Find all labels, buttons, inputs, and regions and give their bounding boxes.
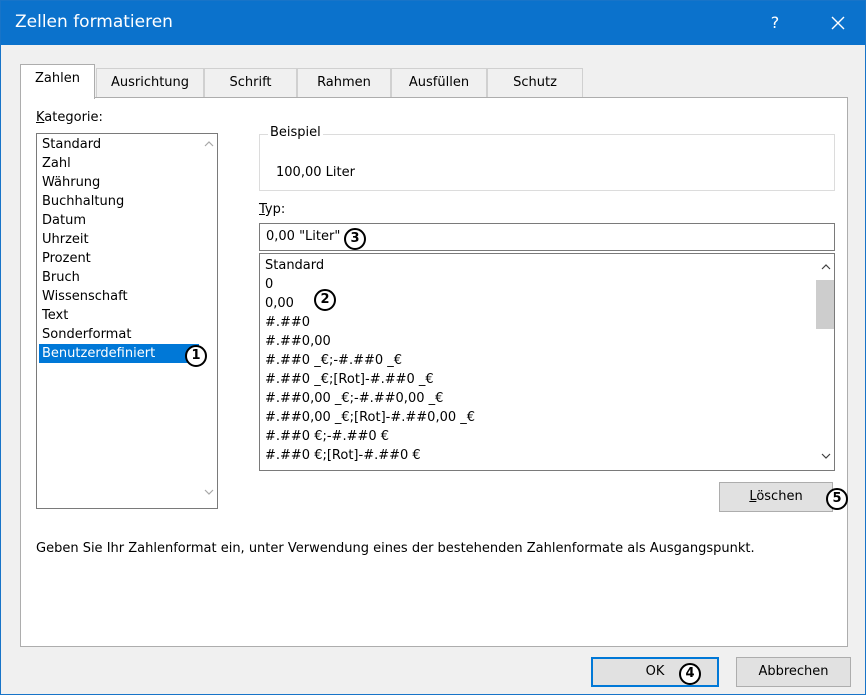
format-item[interactable]: #.##0 _€;[Rot]-#.##0 _€ [265, 370, 434, 389]
tab-ausfuellen[interactable]: Ausfüllen [391, 68, 487, 98]
format-cells-dialog: Zellen formatieren ? Zahlen Ausrichtung … [0, 0, 866, 695]
format-item[interactable]: #.##0 [265, 313, 310, 332]
format-scrollbar[interactable] [816, 254, 834, 470]
category-item[interactable]: Uhrzeit [39, 230, 199, 249]
marker-5: 5 [826, 488, 848, 510]
category-label: Kategorie: [36, 110, 103, 125]
category-item[interactable]: Buchhaltung [39, 192, 199, 211]
category-item-selected[interactable]: Benutzerdefiniert [39, 344, 199, 363]
type-label: Typ: [259, 202, 286, 217]
marker-1: 1 [185, 345, 207, 367]
format-item[interactable]: #.##0,00 [265, 332, 331, 351]
category-item[interactable]: Sonderformat [39, 325, 199, 344]
format-item[interactable]: 0 [265, 275, 273, 294]
category-list[interactable]: Standard Zahl Währung Buchhaltung Datum … [36, 133, 218, 509]
dialog-title: Zellen formatieren [15, 12, 173, 32]
category-item[interactable]: Datum [39, 211, 199, 230]
sample-value: 100,00 Liter [276, 165, 355, 180]
category-item[interactable]: Bruch [39, 268, 199, 287]
tab-schrift[interactable]: Schrift [204, 68, 297, 98]
format-item[interactable]: #.##0,00 _€;-#.##0,00 _€ [265, 389, 443, 408]
chevron-down-icon[interactable] [204, 489, 214, 496]
tab-ausrichtung[interactable]: Ausrichtung [96, 68, 204, 98]
tab-schutz[interactable]: Schutz [487, 68, 583, 98]
category-item[interactable]: Prozent [39, 249, 199, 268]
cancel-button[interactable]: Abbrechen [736, 657, 851, 687]
format-item[interactable]: #.##0,00 _€;[Rot]-#.##0,00 _€ [265, 408, 475, 427]
sample-group: Beispiel 100,00 Liter [259, 125, 835, 191]
format-item[interactable]: #.##0 _€;-#.##0 _€ [265, 351, 402, 370]
marker-4: 4 [679, 663, 701, 685]
tab-rahmen[interactable]: Rahmen [297, 68, 391, 98]
tab-zahlen[interactable]: Zahlen [20, 64, 95, 99]
category-item[interactable]: Wissenschaft [39, 287, 199, 306]
format-list[interactable]: Standard 0 0,00 #.##0 #.##0,00 #.##0 _€;… [259, 253, 835, 471]
chevron-up-icon[interactable] [821, 263, 831, 270]
close-button[interactable] [809, 1, 865, 45]
close-icon [831, 16, 845, 30]
tab-panel-zahlen: Kategorie: Standard Zahl Währung Buchhal… [20, 97, 848, 647]
sample-legend: Beispiel [268, 125, 323, 140]
category-item[interactable]: Zahl [39, 154, 199, 173]
chevron-up-icon[interactable] [204, 140, 214, 147]
delete-button[interactable]: Löschen [719, 482, 833, 512]
help-button[interactable]: ? [753, 1, 797, 45]
format-item[interactable]: Standard [265, 256, 324, 275]
category-item[interactable]: Text [39, 306, 199, 325]
category-item[interactable]: Währung [39, 173, 199, 192]
title-bar: Zellen formatieren ? [1, 1, 865, 45]
format-item[interactable]: #.##0 €;-#.##0 € [265, 427, 389, 446]
format-item[interactable]: 0,00 [265, 294, 294, 313]
format-scroll-thumb[interactable] [816, 280, 834, 329]
marker-3: 3 [344, 228, 366, 250]
chevron-down-icon[interactable] [821, 453, 831, 460]
hint-text: Geben Sie Ihr Zahlenformat ein, unter Ve… [36, 541, 755, 556]
marker-2: 2 [314, 289, 336, 311]
category-scrollbar[interactable] [200, 134, 217, 508]
format-item[interactable]: #.##0 €;[Rot]-#.##0 € [265, 446, 421, 465]
category-item[interactable]: Standard [39, 135, 199, 154]
